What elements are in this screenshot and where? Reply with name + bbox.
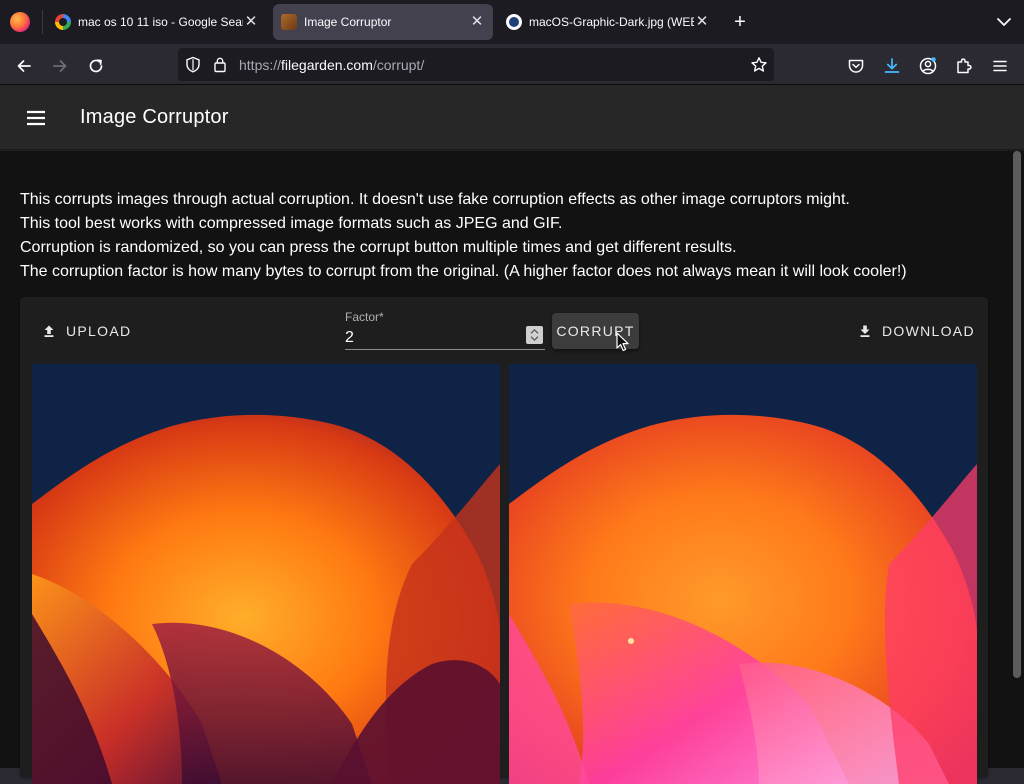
url-host: filegarden.com <box>281 57 373 73</box>
tab-macos-graphic[interactable]: macOS-Graphic-Dark.jpg (WEBP Image) ✕ <box>498 4 718 40</box>
pocket-icon <box>848 59 864 73</box>
navigation-toolbar: https://filegarden.com/corrupt/ <box>0 44 1024 85</box>
download-arrow-icon <box>884 58 900 73</box>
upload-icon <box>44 325 54 337</box>
browser-tab-strip: mac os 10 11 iso - Google Search ✕ Image… <box>0 0 1024 44</box>
pocket-button[interactable] <box>842 52 870 80</box>
tab-title: mac os 10 11 iso - Google Search <box>78 15 243 29</box>
globe-icon <box>506 14 522 30</box>
list-all-tabs-button[interactable] <box>992 10 1016 34</box>
back-button[interactable] <box>10 52 38 80</box>
close-tab-icon[interactable]: ✕ <box>243 14 259 30</box>
upload-button[interactable]: UPLOAD <box>34 313 139 349</box>
download-icon <box>860 325 870 337</box>
corrupted-wallpaper-image <box>509 364 977 784</box>
intro-text: This corrupts images through actual corr… <box>20 188 1000 284</box>
intro-line: The corruption factor is how many bytes … <box>20 263 907 280</box>
tab-image-corruptor[interactable]: Image Corruptor ✕ <box>273 4 493 40</box>
intro-line: This tool best works with compressed ima… <box>20 215 563 232</box>
bookmark-star-icon[interactable] <box>750 56 768 74</box>
tab-title: macOS-Graphic-Dark.jpg (WEBP Image) <box>529 15 694 29</box>
corruptor-card: UPLOAD Factor* CORRUPT DOWNLOAD <box>20 297 988 784</box>
close-tab-icon[interactable]: ✕ <box>694 14 710 30</box>
new-tab-button[interactable]: + <box>728 10 752 34</box>
app-menu-button[interactable] <box>986 52 1014 80</box>
url-path: /corrupt/ <box>372 57 425 73</box>
lock-icon[interactable] <box>213 56 227 73</box>
factor-input[interactable] <box>345 326 545 350</box>
url-bar[interactable]: https://filegarden.com/corrupt/ <box>178 48 774 81</box>
spinner-arrows-icon <box>530 328 539 342</box>
downloads-button[interactable] <box>878 52 906 80</box>
download-button[interactable]: DOWNLOAD <box>850 313 983 349</box>
url-text[interactable]: https://filegarden.com/corrupt/ <box>239 57 424 73</box>
shield-icon[interactable] <box>185 56 201 73</box>
hamburger-menu-icon <box>27 110 45 126</box>
original-image <box>32 364 500 784</box>
download-label: DOWNLOAD <box>882 323 975 339</box>
account-button[interactable] <box>914 52 942 80</box>
account-icon <box>919 57 937 75</box>
app-bar: Image Corruptor <box>0 85 1024 150</box>
factor-label: Factor* <box>345 310 384 324</box>
url-scheme: https:// <box>239 57 282 73</box>
intro-line: Corruption is randomized, so you can pre… <box>20 239 737 256</box>
forward-button[interactable] <box>46 52 74 80</box>
google-icon <box>55 14 71 30</box>
corrupted-image <box>509 364 977 784</box>
factor-spinner[interactable] <box>526 326 543 344</box>
app-title: Image Corruptor <box>80 106 229 128</box>
firefox-logo-icon <box>10 12 30 32</box>
tab-title: Image Corruptor <box>304 15 392 29</box>
page-scrollbar[interactable] <box>1013 151 1021 678</box>
chevron-down-icon <box>997 18 1011 26</box>
close-tab-icon[interactable]: ✕ <box>469 14 485 30</box>
tab-google-search[interactable]: mac os 10 11 iso - Google Search ✕ <box>47 4 267 40</box>
reload-button[interactable] <box>82 52 110 80</box>
page-content: This corrupts images through actual corr… <box>0 151 1024 784</box>
mouse-cursor-icon <box>616 332 629 352</box>
tab-divider <box>42 10 43 34</box>
image-corruptor-icon <box>281 14 297 30</box>
intro-line: This corrupts images through actual corr… <box>20 191 850 208</box>
puzzle-piece-icon <box>957 58 972 74</box>
drawer-menu-button[interactable] <box>22 104 50 132</box>
back-arrow-icon <box>17 60 31 72</box>
forward-arrow-icon <box>53 60 67 72</box>
original-wallpaper-image <box>32 364 500 784</box>
reload-icon <box>89 59 103 73</box>
upload-label: UPLOAD <box>66 323 132 339</box>
hamburger-menu-icon <box>993 60 1007 72</box>
extensions-button[interactable] <box>950 52 978 80</box>
